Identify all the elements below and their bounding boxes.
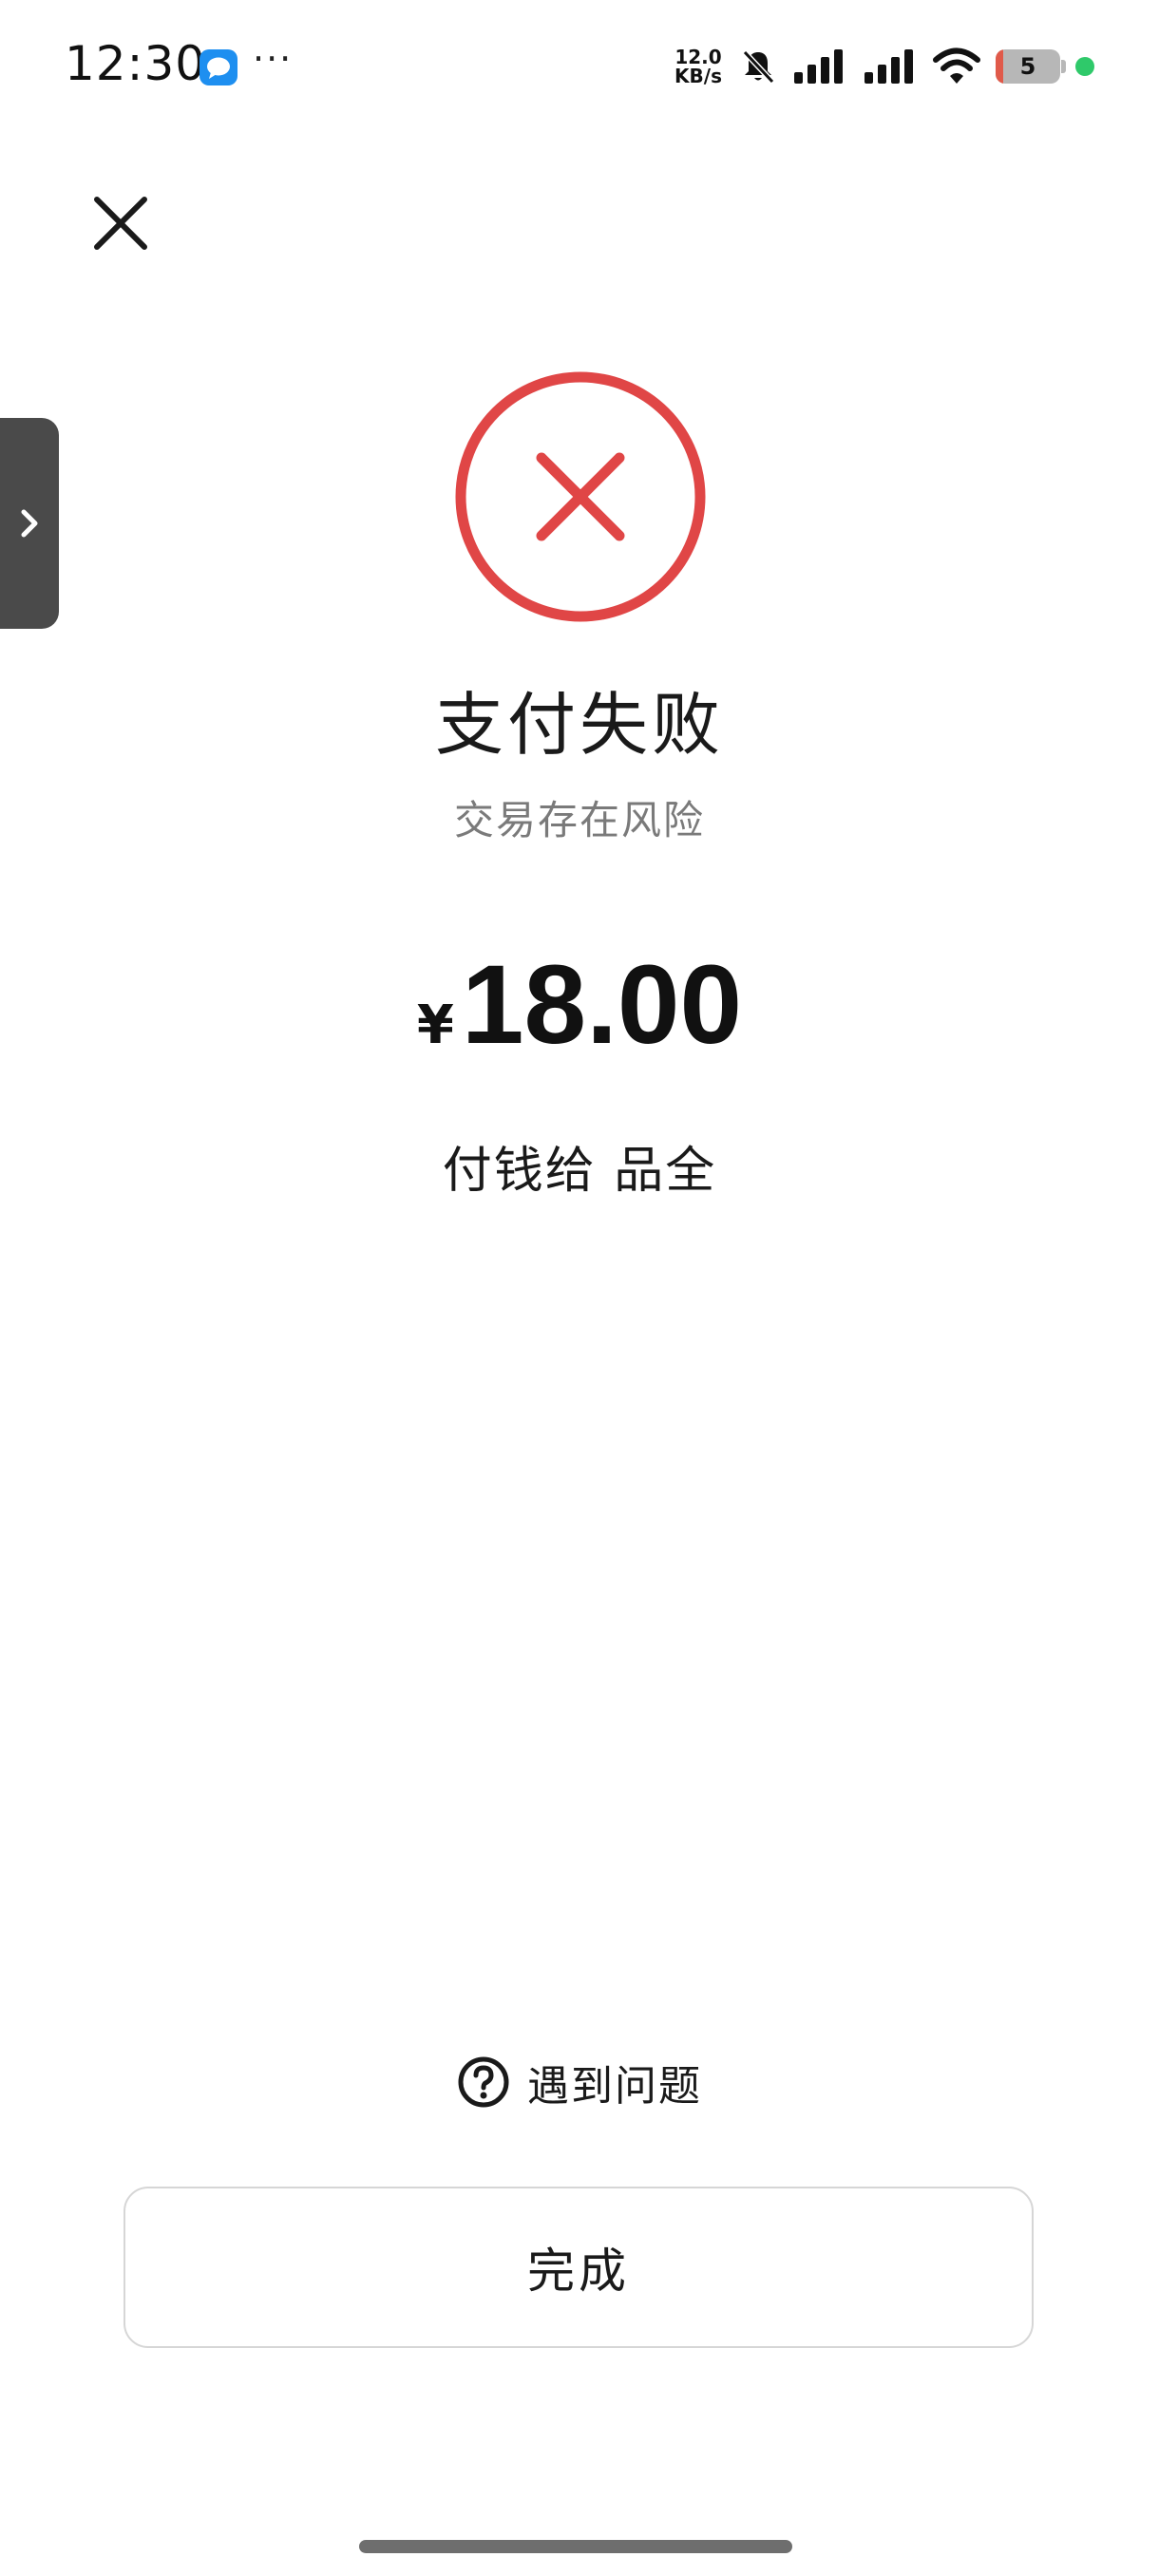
failure-reason: 交易存在风险 (453, 797, 705, 843)
network-speed-unit: KB/s (674, 65, 722, 87)
mute-bell-icon (742, 49, 775, 85)
help-link[interactable]: 遇到问题 (0, 2052, 1159, 2112)
status-bar: 12:30 ··· 12.0 KB/s 5 (0, 0, 1159, 133)
signal-icon (794, 49, 843, 84)
close-icon (94, 197, 147, 250)
battery-icon: 5 (996, 49, 1066, 84)
wifi-icon (933, 47, 980, 84)
amount-value: 18.00 (461, 942, 743, 1068)
result-title: 支付失败 (434, 685, 724, 765)
question-circle-icon (458, 2056, 509, 2108)
close-button[interactable] (86, 188, 156, 258)
payee-label: 付钱给 品全 (442, 1143, 717, 1200)
status-time: 12:30 (65, 36, 207, 91)
payment-failed-icon (455, 371, 706, 622)
battery-level: 5 (1019, 53, 1036, 80)
charging-dot-icon (1075, 57, 1094, 76)
side-panel-handle[interactable] (0, 418, 59, 629)
status-icons: 12.0 KB/s 5 (674, 42, 1094, 91)
currency-symbol: ¥ (416, 994, 454, 1056)
home-indicator[interactable] (359, 2540, 792, 2553)
network-speed-value: 12.0 (674, 46, 722, 68)
payment-amount: ¥18.00 (0, 940, 1159, 1070)
more-notifications-icon: ··· (253, 38, 294, 80)
signal-icon (864, 49, 913, 84)
message-icon (200, 49, 238, 85)
done-button[interactable]: 完成 (124, 2187, 1034, 2348)
help-link-label: 遇到问题 (527, 2062, 702, 2111)
network-speed: 12.0 KB/s (674, 47, 722, 85)
chevron-right-icon (21, 509, 38, 538)
